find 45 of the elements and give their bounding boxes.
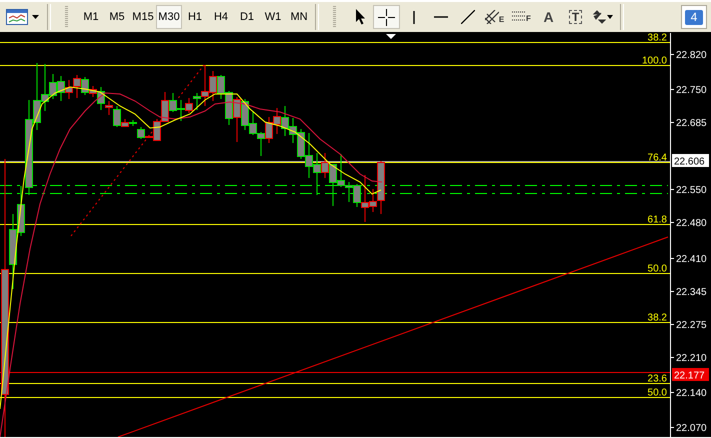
fibonacci-level-label: 38.2 <box>648 312 667 324</box>
timeframe-button[interactable]: W1 <box>260 5 286 29</box>
bid-price-tag: 22.606 <box>672 154 709 168</box>
price-axis-label: 22.550 <box>676 185 707 196</box>
cursor-arrow-icon <box>354 9 364 25</box>
price-axis-label: 22.820 <box>676 50 707 61</box>
horizontal-line-icon <box>434 16 448 18</box>
fibonacci-level-label: 100.0 <box>642 56 667 66</box>
timeframe-button[interactable]: D1 <box>234 5 260 29</box>
timeframe-button[interactable]: MN <box>286 5 312 29</box>
price-axis-label: 22.480 <box>676 218 707 229</box>
fibonacci-level-label: 50.0 <box>648 388 667 398</box>
price-axis-label: 22.210 <box>676 353 707 364</box>
price-axis-label: 22.410 <box>676 254 707 265</box>
trend-line-icon <box>460 10 474 24</box>
timeframe-button[interactable]: H1 <box>182 5 208 29</box>
price-axis-label: 22.140 <box>676 388 707 399</box>
price-axis-label: 22.070 <box>676 423 707 434</box>
price-axis-label: 22.275 <box>676 320 707 331</box>
crosshair-tool-button[interactable] <box>373 5 400 29</box>
arrows-icon <box>592 10 614 24</box>
fibo-tool-button[interactable]: F <box>508 5 535 29</box>
fibonacci-level-label: 23.6 <box>648 374 667 384</box>
caret-icon <box>32 15 38 19</box>
timeframe-button[interactable]: M1 <box>78 5 104 29</box>
chart-window-icon <box>6 9 28 25</box>
timeframe-button[interactable]: M5 <box>104 5 130 29</box>
message-count-badge: 4 <box>685 10 703 24</box>
text-tool-button[interactable]: A <box>535 5 562 29</box>
price-axis-label: 22.750 <box>676 85 707 96</box>
vertical-line-icon <box>412 10 414 24</box>
timeframe-button[interactable]: M15 <box>130 5 156 29</box>
price-axis-label: 22.685 <box>676 118 707 129</box>
fibonacci-level-label: 38.2 <box>648 33 667 44</box>
line-price-tag: 22.177 <box>672 368 709 382</box>
crosshair-icon <box>378 8 395 26</box>
price-axis-label: 22.345 <box>676 287 707 298</box>
channel-tool-button[interactable]: E <box>481 5 508 29</box>
fibonacci-level-label: 76.4 <box>648 152 667 164</box>
timeframe-button[interactable]: M30 <box>156 5 182 29</box>
fibonacci-level-label: 50.0 <box>648 264 667 274</box>
timeframe-button[interactable]: H4 <box>208 5 234 29</box>
notifications-button[interactable]: 4 <box>681 5 707 29</box>
label-tool-button[interactable]: T <box>562 5 589 29</box>
fibonacci-level-label: 61.8 <box>648 214 667 226</box>
